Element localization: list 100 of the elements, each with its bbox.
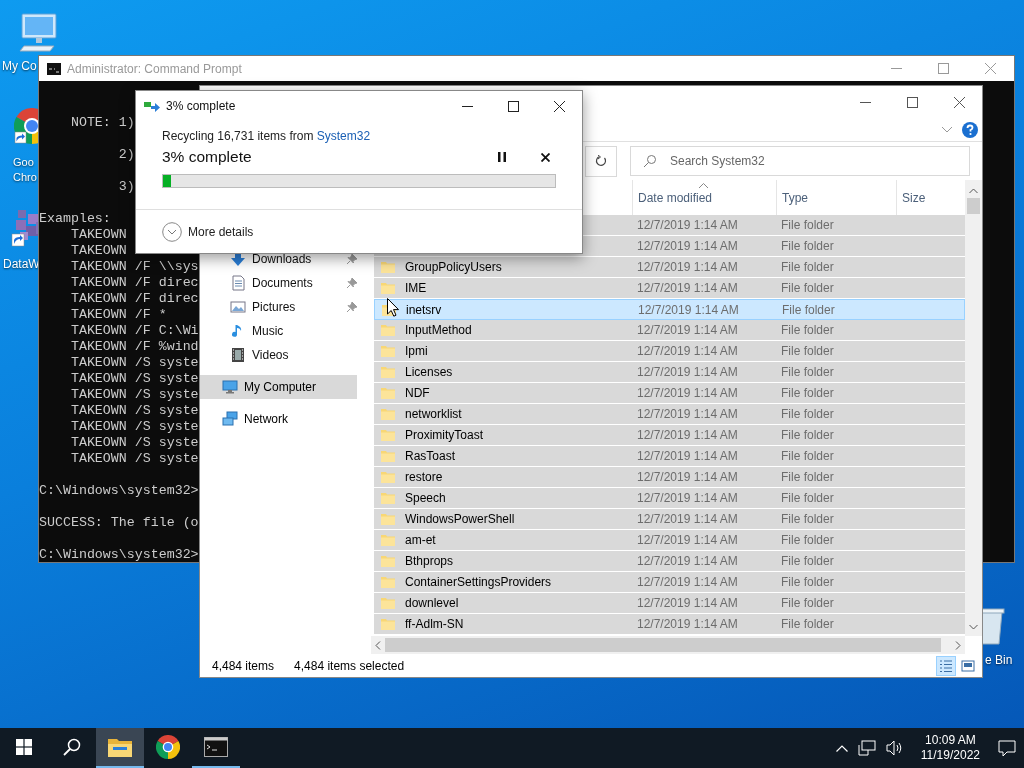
date-cell-text: 12/7/2019 1:14 AM [636, 575, 739, 589]
type-cell-text: File folder [780, 365, 835, 379]
file-row[interactable]: inetsrv 12/7/2019 1:14 AM File folder [374, 299, 965, 320]
folder-icon [381, 429, 395, 441]
chevron-down-icon[interactable] [942, 127, 952, 133]
file-name: downlevel [405, 596, 459, 610]
type-cell-text: File folder [780, 491, 835, 505]
console-line: TAKEOWN /F * [70, 307, 167, 322]
search-icon [643, 154, 657, 168]
folder-icon [381, 597, 395, 609]
refresh-button[interactable] [585, 145, 617, 177]
window-title: Administrator: Command Prompt [67, 61, 243, 76]
file-row[interactable]: Licenses 12/7/2019 1:14 AM File folder [374, 362, 965, 383]
console-line: TAKEOWN /S syste [70, 419, 199, 434]
file-name: IME [405, 281, 427, 295]
file-name: ff-Adlm-SN [405, 617, 464, 631]
file-row[interactable]: WindowsPowerShell 12/7/2019 1:14 AM File folder [374, 509, 965, 530]
more-details-button[interactable]: More details [162, 221, 254, 242]
console-line: TAKEOWN /S syste [70, 435, 199, 450]
search-field[interactable]: Search System32 [630, 146, 970, 176]
type-cell-text: File folder [780, 386, 835, 400]
console-line: TAKEOWN /S syste [70, 371, 199, 386]
close-icon[interactable] [554, 100, 565, 112]
file-row[interactable]: GroupPolicyUsers 12/7/2019 1:14 AM File folder [374, 257, 965, 278]
console-line: NOTE: 1) [70, 115, 135, 130]
file-row[interactable]: Bthprops 12/7/2019 1:14 AM File folder [374, 551, 965, 572]
desktop-icon-label[interactable]: e Bin [985, 652, 1013, 668]
chrome-icon [156, 735, 180, 759]
notification-icon[interactable] [998, 739, 1016, 757]
type-cell-text: File folder [780, 260, 835, 274]
file-row[interactable]: NDF 12/7/2019 1:14 AM File folder [374, 383, 965, 404]
console-line: C:\Windows\system32> [39, 483, 199, 498]
file-row[interactable]: restore 12/7/2019 1:14 AM File folder [374, 467, 965, 488]
console-line: TAKEOWN /S syste [70, 403, 199, 418]
help-icon[interactable] [962, 122, 978, 138]
file-name: inetsrv [406, 302, 442, 317]
source-link[interactable]: System32 [316, 129, 371, 143]
item-count: 4,484 items [212, 658, 275, 673]
type-cell-text: File folder [780, 575, 835, 589]
date-cell-text: 12/7/2019 1:14 AM [636, 323, 739, 337]
nav-item[interactable]: Documents [200, 271, 371, 295]
type-cell-text: File folder [780, 554, 835, 568]
type-cell-text: File folder [780, 218, 835, 232]
console-line: 2) [118, 147, 135, 162]
clock[interactable]: 10:09 AM 11/19/2022 [912, 733, 988, 763]
folder-icon [381, 450, 395, 462]
pause-icon[interactable] [498, 152, 506, 162]
nav-item[interactable]: Network [200, 407, 357, 431]
nav-item[interactable]: My Computer [200, 375, 357, 399]
horizontal-scrollbar[interactable] [371, 636, 965, 654]
cancel-icon[interactable] [541, 152, 550, 162]
selection-count: 4,484 items selected [294, 658, 405, 673]
console-icon [47, 62, 61, 75]
file-name: ProximityToast [405, 428, 484, 442]
file-row[interactable]: networklist 12/7/2019 1:14 AM File folder [374, 404, 965, 425]
file-row[interactable]: am-et 12/7/2019 1:14 AM File folder [374, 530, 965, 551]
date-cell-text: 12/7/2019 1:14 AM [636, 428, 739, 442]
type-cell-text: File folder [780, 239, 835, 253]
maximize-icon[interactable] [907, 97, 918, 108]
file-row[interactable]: RasToast 12/7/2019 1:14 AM File folder [374, 446, 965, 467]
file-row[interactable]: IME 12/7/2019 1:14 AM File folder [374, 278, 965, 299]
close-icon[interactable] [954, 97, 965, 108]
date-cell-text: 12/7/2019 1:14 AM [636, 260, 739, 274]
type-cell-text: File folder [780, 281, 835, 295]
console-line: TAKEOWN [70, 227, 127, 242]
speaker-icon[interactable] [885, 740, 903, 756]
desktop-icon-label[interactable]: DataW [3, 256, 40, 272]
nav-item[interactable]: Music [200, 319, 371, 343]
folder-icon [381, 513, 395, 525]
nav-item[interactable]: Pictures [200, 295, 371, 319]
console-line: SUCCESS: The file (o [39, 515, 199, 530]
details-view-button[interactable] [936, 655, 956, 676]
refresh-icon [595, 155, 607, 167]
file-row[interactable]: ContainerSettingsProviders 12/7/2019 1:14 AM File folder [374, 572, 965, 593]
folder-icon [381, 345, 395, 357]
file-name: Bthprops [405, 554, 454, 568]
chevron-up-icon[interactable] [835, 744, 848, 752]
file-row[interactable]: InputMethod 12/7/2019 1:14 AM File folder [374, 320, 965, 341]
network-icon[interactable] [857, 740, 876, 756]
file-name: NDF [405, 386, 430, 400]
scrollbar-thumb[interactable] [967, 198, 980, 214]
console-line: TAKEOWN /F %wind [70, 339, 199, 354]
nav-item[interactable]: Videos [200, 343, 371, 367]
sort-caret-icon [699, 183, 708, 188]
console-line: Examples: [39, 211, 111, 226]
date-cell-text: 12/7/2019 1:14 AM [636, 596, 739, 610]
computer-icon [222, 379, 238, 395]
scrollbar-thumb[interactable] [385, 638, 941, 652]
taskbar-app-button[interactable] [96, 728, 144, 768]
maximize-icon[interactable] [508, 100, 519, 112]
folder-icon [381, 618, 395, 630]
file-name: restore [405, 470, 443, 484]
file-row[interactable]: downlevel 12/7/2019 1:14 AM File folder [374, 593, 965, 614]
date-cell-text: 12/7/2019 1:14 AM [636, 554, 739, 568]
file-row[interactable]: ff-Adlm-SN 12/7/2019 1:14 AM File folder [374, 614, 965, 635]
folder-icon [381, 324, 395, 336]
file-row[interactable]: Speech 12/7/2019 1:14 AM File folder [374, 488, 965, 509]
file-row[interactable]: ProximityToast 12/7/2019 1:14 AM File folder [374, 425, 965, 446]
vertical-scrollbar[interactable] [965, 180, 982, 636]
file-row[interactable]: Ipmi 12/7/2019 1:14 AM File folder [374, 341, 965, 362]
